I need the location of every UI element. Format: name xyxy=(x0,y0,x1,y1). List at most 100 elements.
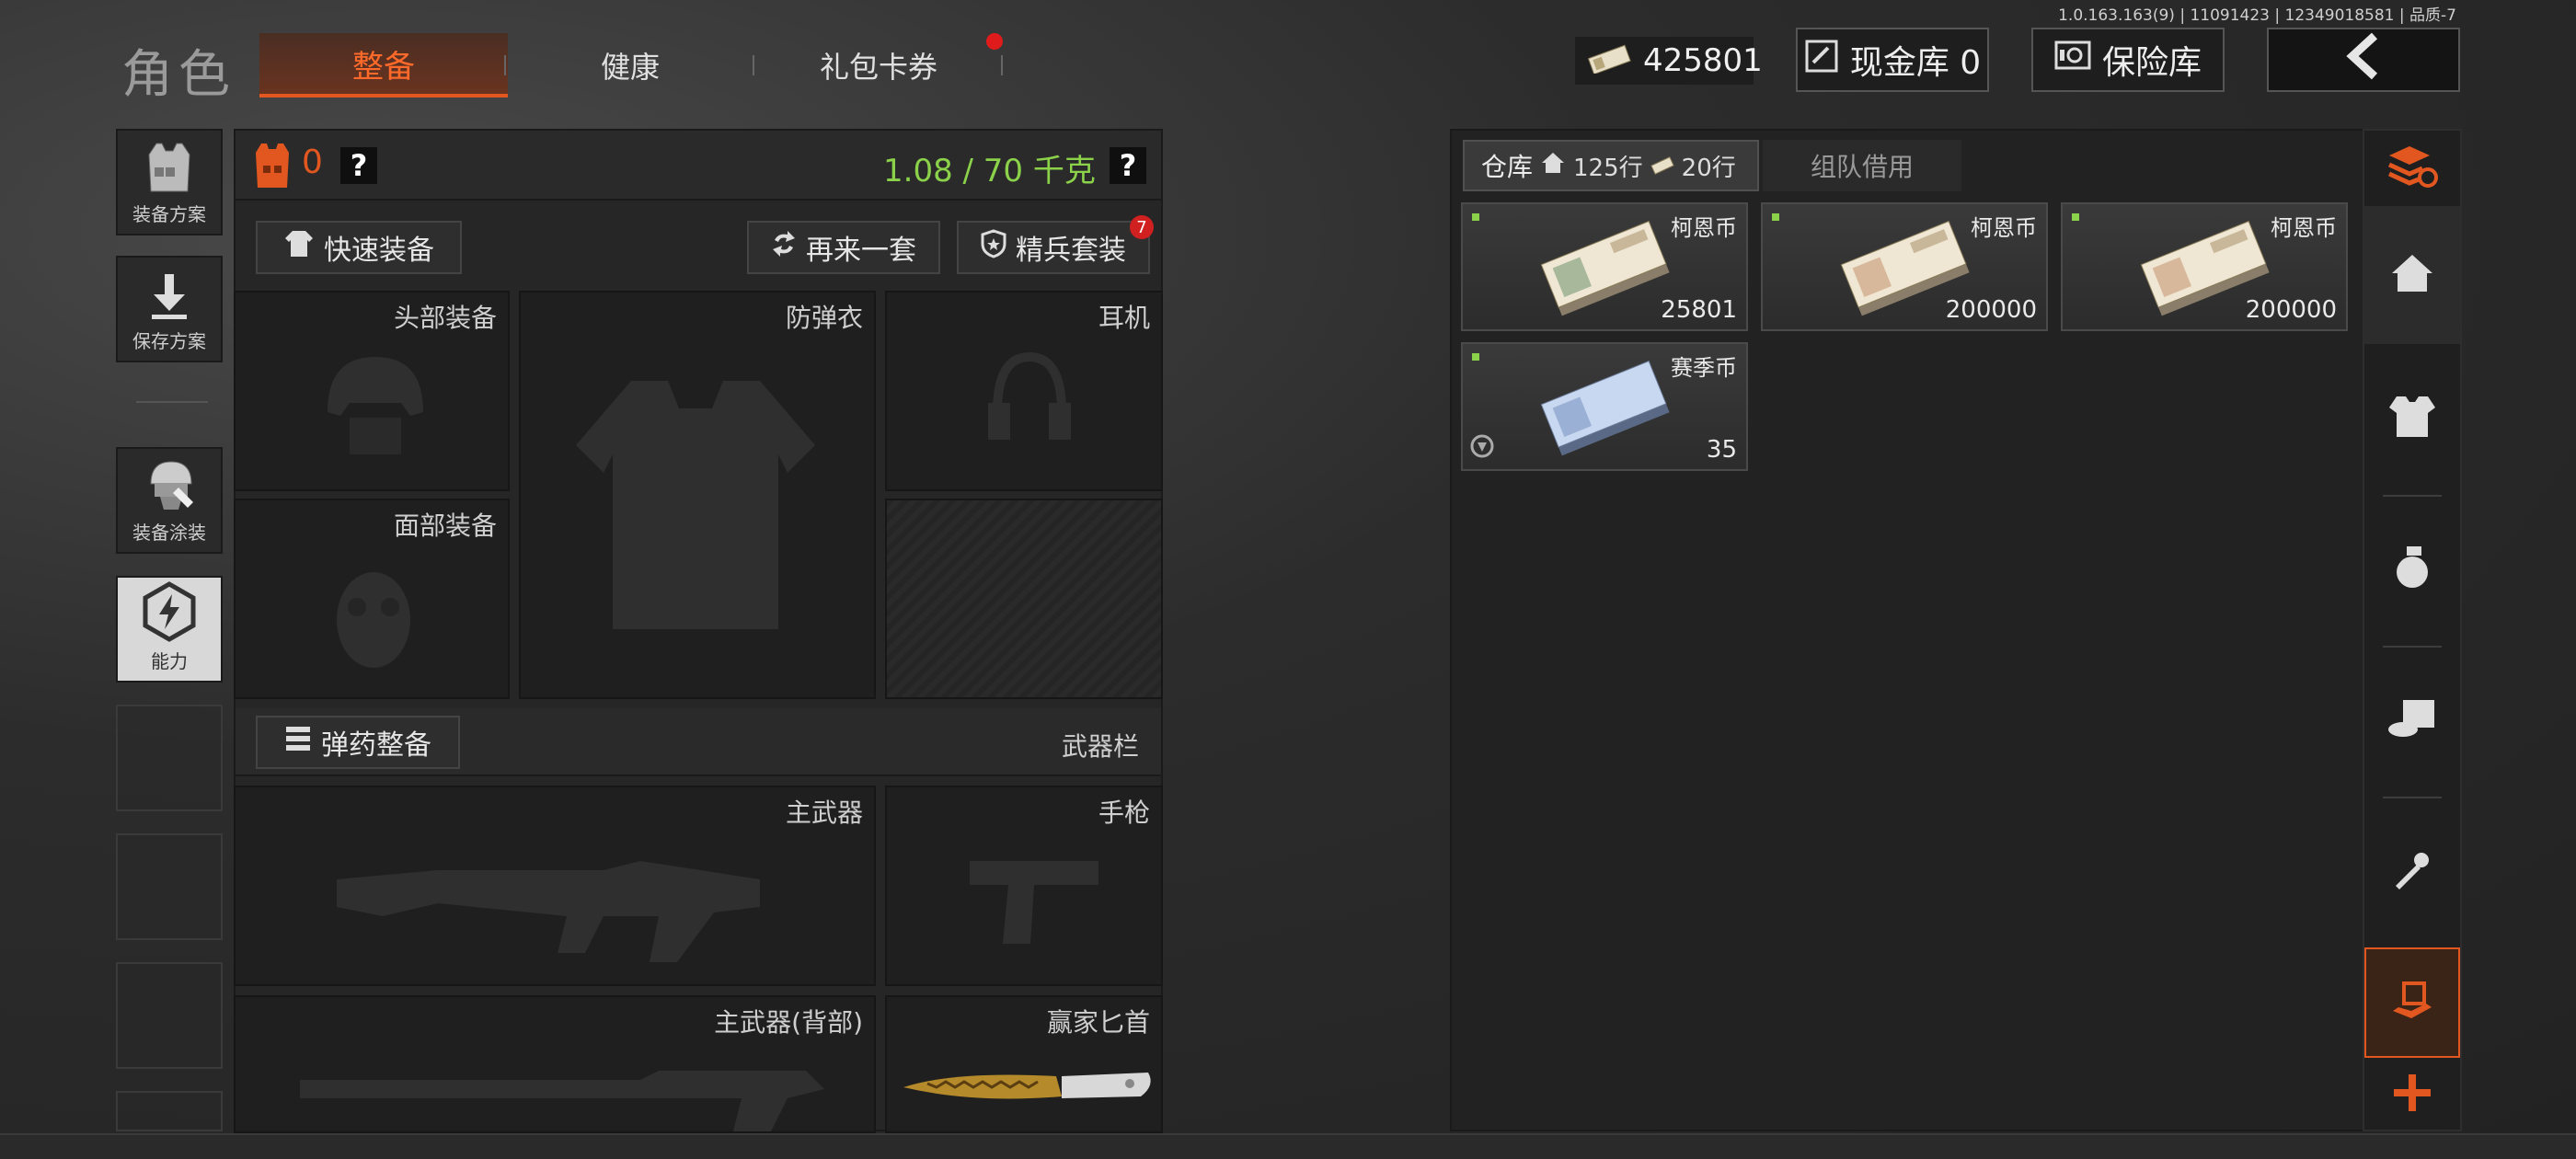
ability-button[interactable]: 能力 xyxy=(116,576,223,683)
money-display: 425801 xyxy=(1575,37,1763,85)
safe-icon xyxy=(2054,40,2091,80)
money-small-icon xyxy=(1650,151,1674,181)
equip-plan-button[interactable]: 装备方案 xyxy=(116,129,223,235)
item-new-marker xyxy=(1472,213,1479,221)
warehouse-item[interactable]: 柯恩币 200000 xyxy=(2061,202,2348,331)
vest-icon xyxy=(2387,395,2437,442)
armor-icon xyxy=(254,142,291,193)
season-coin-stack-icon xyxy=(1540,360,1670,456)
quick-equip-button[interactable]: 快速装备 xyxy=(256,221,462,274)
warehouse-item[interactable]: 赛季币 35 xyxy=(1461,342,1748,471)
armor-help-button[interactable]: ? xyxy=(340,147,377,184)
empty-nav-slot xyxy=(116,1091,223,1131)
vest-slot[interactable]: 防弹衣 xyxy=(519,291,876,699)
nav-divider xyxy=(136,401,208,403)
safe-box-label: 保险库 xyxy=(2101,44,2202,82)
weapon-bar-label: 武器栏 xyxy=(1062,731,1140,762)
save-plan-label: 保存方案 xyxy=(132,330,206,352)
elite-set-label: 精兵套装 xyxy=(1016,235,1126,267)
tab-equip[interactable]: 整备 xyxy=(259,33,508,98)
page-title: 角色 xyxy=(121,45,236,105)
item-name: 柯恩币 xyxy=(1971,215,2037,241)
primary-back-slot[interactable]: 主武器(背部) xyxy=(234,995,876,1133)
equip-paint-button[interactable]: 装备涂装 xyxy=(116,447,223,554)
item-count: 200000 xyxy=(1945,296,2037,324)
rifle-back-icon xyxy=(300,1071,824,1131)
equip-plan-label: 装备方案 xyxy=(132,203,206,225)
pistol-slot[interactable]: 手枪 xyxy=(885,786,1163,986)
again-set-button[interactable]: 再来一套 xyxy=(747,221,940,274)
warehouse-item[interactable]: 柯恩币 200000 xyxy=(1761,202,2048,331)
knife-slot[interactable]: 赢家匕首 xyxy=(885,995,1163,1133)
warehouse-tab[interactable]: 仓库 125行 20行 xyxy=(1463,140,1759,191)
team-borrow-tab[interactable]: 组队借用 xyxy=(1763,140,1961,191)
ear-slot[interactable]: 耳机 xyxy=(885,291,1163,491)
grenade-filter-button[interactable] xyxy=(2364,500,2460,638)
item-name: 赛季币 xyxy=(1671,355,1737,381)
tab-health-label: 健康 xyxy=(600,50,660,85)
nav-divider xyxy=(2383,495,2442,497)
nav-divider xyxy=(2383,797,2442,798)
safe-box-button[interactable]: 保险库 xyxy=(2031,28,2225,92)
lightning-hex-icon xyxy=(141,581,198,647)
tab-equip-label: 整备 xyxy=(352,48,415,86)
vest-slot-label: 防弹衣 xyxy=(785,303,863,333)
knife-icon xyxy=(903,1073,1151,1099)
warehouse-rows-home: 125行 xyxy=(1573,154,1643,182)
tab-gift-label: 礼包卡券 xyxy=(819,50,937,85)
money-amount: 425801 xyxy=(1643,42,1763,79)
refresh-stack-icon xyxy=(2386,143,2439,192)
item-new-marker xyxy=(1472,353,1479,361)
key-filter-button[interactable] xyxy=(2364,802,2460,940)
shirt-icon xyxy=(283,229,315,266)
again-set-label: 再来一套 xyxy=(806,235,916,267)
item-name: 柯恩币 xyxy=(2271,215,2337,241)
item-count: 25801 xyxy=(1661,296,1737,324)
shield-icon xyxy=(981,229,1006,266)
warehouse-item[interactable]: 柯恩币 25801 xyxy=(1461,202,1748,331)
key-icon xyxy=(2392,849,2432,893)
vault-icon xyxy=(1804,39,1839,82)
medkit-icon xyxy=(2386,696,2438,744)
vest-plan-icon xyxy=(144,140,195,200)
grenade-icon xyxy=(2394,545,2431,594)
sort-refresh-button[interactable] xyxy=(2364,131,2460,204)
back-button[interactable] xyxy=(2267,28,2460,92)
download-icon xyxy=(146,270,192,327)
elite-set-button[interactable]: 精兵套装 xyxy=(957,221,1150,274)
head-slot-label: 头部装备 xyxy=(393,303,497,333)
vest-filter-button[interactable] xyxy=(2364,350,2460,488)
add-button[interactable] xyxy=(2364,1060,2460,1130)
notification-dot xyxy=(986,33,1003,50)
pistol-slot-label: 手枪 xyxy=(1098,798,1150,828)
tab-gift[interactable]: 礼包卡券 xyxy=(764,33,994,98)
tab-divider xyxy=(753,55,754,75)
tab-divider xyxy=(1001,55,1003,75)
rifle-icon xyxy=(337,861,760,962)
item-count: 35 xyxy=(1706,436,1737,464)
empty-nav-slot xyxy=(116,705,223,811)
primary-weapon-label: 主武器 xyxy=(785,798,863,828)
cash-icon xyxy=(1586,44,1632,77)
item-count: 200000 xyxy=(2245,296,2337,324)
ammo-icon xyxy=(284,725,312,760)
cash-vault-button[interactable]: 现金库 0 xyxy=(1796,28,1989,92)
ammo-equip-button[interactable]: 弹药整备 xyxy=(256,716,460,769)
weight-help-button[interactable]: ? xyxy=(1110,147,1146,184)
face-slot[interactable]: 面部装备 xyxy=(234,499,510,699)
head-slot[interactable]: 头部装备 xyxy=(234,291,510,491)
tab-health[interactable]: 健康 xyxy=(515,33,745,98)
extra-slot-locked xyxy=(885,499,1163,699)
team-borrow-label: 组队借用 xyxy=(1810,152,1914,182)
empty-nav-slot xyxy=(116,962,223,1069)
season-badge-icon xyxy=(1470,434,1494,462)
helmet-icon xyxy=(328,357,423,454)
home-icon xyxy=(2390,253,2434,297)
save-plan-button[interactable]: 保存方案 xyxy=(116,256,223,362)
tab-divider xyxy=(504,55,506,75)
primary-weapon-slot[interactable]: 主武器 xyxy=(234,786,876,986)
nav-divider xyxy=(2383,646,2442,648)
misc-filter-button[interactable] xyxy=(2364,947,2460,1058)
medkit-filter-button[interactable] xyxy=(2364,651,2460,789)
home-button[interactable] xyxy=(2364,206,2460,344)
